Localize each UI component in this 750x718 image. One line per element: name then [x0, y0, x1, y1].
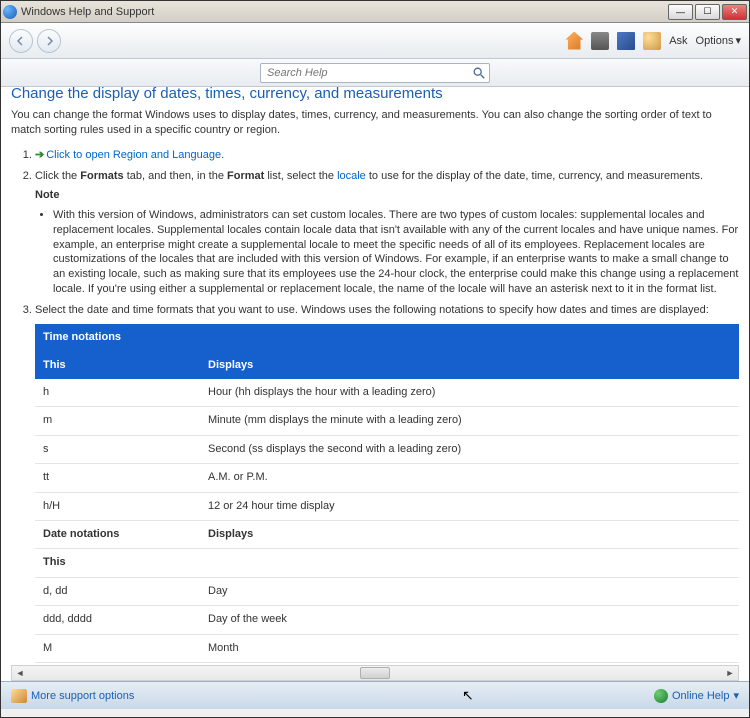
scroll-right-button[interactable]: ►	[722, 666, 738, 680]
col-this-2: This	[35, 549, 200, 577]
globe-icon	[654, 689, 668, 703]
note-bullet: With this version of Windows, administra…	[53, 208, 739, 297]
window-controls: — ☐ ✕	[668, 4, 747, 20]
time-notations-header: Time notations	[35, 324, 739, 351]
displays-cell: A.M. or P.M.	[200, 464, 739, 492]
displays-cell: 12 or 24 hour time display	[200, 492, 739, 520]
col-displays-2: Displays	[200, 521, 739, 549]
date-notations-header: Date notations	[35, 521, 200, 549]
search-icon[interactable]	[472, 66, 486, 80]
minimize-button[interactable]: —	[668, 4, 693, 20]
notation-cell: h	[35, 379, 200, 407]
open-region-link[interactable]: Click to open Region and Language.	[46, 149, 224, 161]
help-icon	[3, 5, 17, 19]
displays-cell: Hour (hh displays the hour with a leadin…	[200, 379, 739, 407]
displays-cell: Minute (mm displays the minute with a le…	[200, 407, 739, 435]
forward-button[interactable]	[37, 29, 61, 53]
titlebar: Windows Help and Support — ☐ ✕	[1, 1, 749, 23]
col-this: This	[35, 352, 200, 379]
browse-help-icon[interactable]	[617, 32, 635, 50]
window-title: Windows Help and Support	[21, 6, 668, 18]
arrow-left-icon	[15, 35, 27, 47]
step-2: Click the Formats tab, and then, in the …	[35, 169, 739, 297]
ask-link[interactable]: Ask	[669, 35, 687, 47]
print-icon[interactable]	[591, 32, 609, 50]
format-table: Time notations ThisDisplays hHour (hh di…	[35, 324, 739, 681]
horizontal-scrollbar[interactable]: ◄ ►	[11, 665, 739, 681]
statusbar: More support options Online Help ▾	[1, 681, 749, 709]
chevron-down-icon: ▾	[735, 34, 741, 47]
notation-cell: m	[35, 407, 200, 435]
arrow-right-icon	[43, 35, 55, 47]
home-icon[interactable]	[565, 32, 583, 50]
table-row: mMinute (mm displays the minute with a l…	[35, 407, 739, 435]
maximize-button[interactable]: ☐	[695, 4, 720, 20]
note-label: Note	[35, 188, 739, 203]
table-row: ttA.M. or P.M.	[35, 464, 739, 492]
notation-cell: M	[35, 634, 200, 662]
displays-cell: Second (ss displays the second with a le…	[200, 435, 739, 463]
notation-cell: s	[35, 435, 200, 463]
more-support-link[interactable]: More support options	[11, 689, 134, 703]
notation-cell: tt	[35, 464, 200, 492]
table-row: d, ddDay	[35, 577, 739, 605]
content-area[interactable]: Change the display of dates, times, curr…	[1, 87, 749, 681]
steps-list: ➔Click to open Region and Language. Clic…	[11, 148, 739, 681]
step-3: Select the date and time formats that yo…	[35, 303, 739, 681]
note-list: With this version of Windows, administra…	[35, 208, 739, 297]
search-input[interactable]	[260, 63, 490, 83]
table-row: sSecond (ss displays the second with a l…	[35, 435, 739, 463]
searchbar	[1, 59, 749, 87]
options-menu[interactable]: Options▾	[696, 34, 741, 47]
scroll-thumb[interactable]	[360, 667, 390, 679]
chevron-down-icon: ▾	[733, 689, 739, 702]
toolbar: Ask Options▾	[1, 23, 749, 59]
page-title: Change the display of dates, times, curr…	[11, 87, 739, 108]
table-row: ddd, ddddDay of the week	[35, 606, 739, 634]
intro-text: You can change the format Windows uses t…	[11, 108, 739, 138]
arrow-icon: ➔	[35, 149, 44, 161]
displays-cell: Day of the week	[200, 606, 739, 634]
displays-cell: Day	[200, 577, 739, 605]
ask-icon[interactable]	[643, 32, 661, 50]
notation-cell: h/H	[35, 492, 200, 520]
back-button[interactable]	[9, 29, 33, 53]
support-icon	[11, 689, 27, 703]
notation-cell: d, dd	[35, 577, 200, 605]
table-row: hHour (hh displays the hour with a leadi…	[35, 379, 739, 407]
notation-cell: ddd, dddd	[35, 606, 200, 634]
scroll-left-button[interactable]: ◄	[12, 666, 28, 680]
close-button[interactable]: ✕	[722, 4, 747, 20]
table-row: h/H12 or 24 hour time display	[35, 492, 739, 520]
table-row: MMonth	[35, 634, 739, 662]
displays-cell: Month	[200, 634, 739, 662]
locale-link[interactable]: locale	[337, 170, 366, 182]
step-1: ➔Click to open Region and Language.	[35, 148, 739, 163]
col-displays: Displays	[200, 352, 739, 379]
online-help-menu[interactable]: Online Help ▾	[654, 689, 739, 703]
